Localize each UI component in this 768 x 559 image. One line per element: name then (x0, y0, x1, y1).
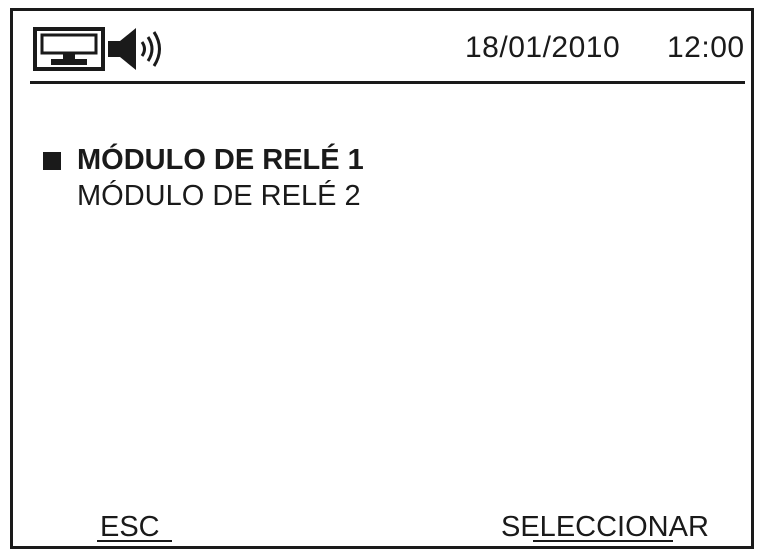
lcd-screen: 18/01/2010 12:00 MÓDULO DE RELÉ 1 MÓDULO… (10, 8, 754, 549)
menu-item-label: MÓDULO DE RELÉ 2 (77, 180, 361, 212)
time-readout: 12:00 (667, 31, 745, 64)
select-softkey-underline (533, 540, 673, 542)
menu-item-label: MÓDULO DE RELÉ 1 (77, 144, 364, 176)
menu-item-relay-module-1[interactable]: MÓDULO DE RELÉ 1 (43, 142, 364, 178)
network-icon (33, 27, 105, 71)
date-readout: 18/01/2010 (465, 31, 621, 64)
status-bar: 18/01/2010 12:00 (13, 11, 751, 81)
header-divider (30, 81, 745, 84)
esc-softkey-underline (97, 540, 172, 542)
speaker-icon (108, 28, 161, 70)
selection-marker-icon (43, 152, 61, 170)
esc-softkey[interactable]: ESC (100, 511, 160, 543)
relay-module-menu: MÓDULO DE RELÉ 1 MÓDULO DE RELÉ 2 (43, 142, 364, 214)
select-softkey[interactable]: SELECCIONAR (501, 511, 709, 543)
menu-item-relay-module-2[interactable]: MÓDULO DE RELÉ 2 (43, 178, 364, 214)
